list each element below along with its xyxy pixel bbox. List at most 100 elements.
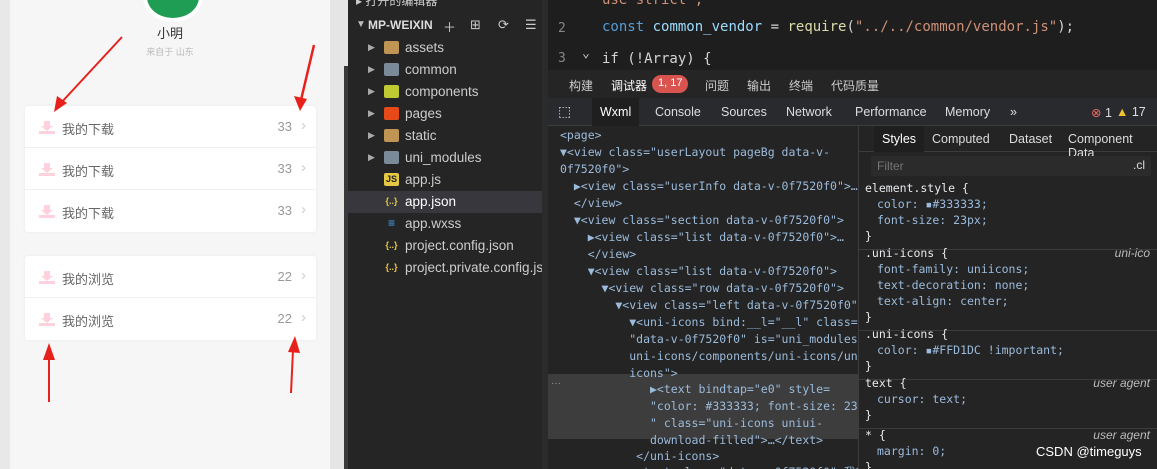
tab-problems[interactable]: 问题 <box>705 77 729 94</box>
rule-close-brace: } <box>865 408 872 422</box>
tree-file-app-wxss[interactable]: ≡ app.wxss <box>348 213 548 235</box>
wxml-node-line[interactable]: </uni-icons> <box>560 449 719 463</box>
wxml-node-line[interactable]: " class="uni-icons uniui- <box>560 416 823 430</box>
style-property[interactable]: color: ▪#FFD1DC !important; <box>877 343 1157 359</box>
project-title: MP-WEIXIN <box>368 18 433 32</box>
tree-folder-static[interactable]: ▶ static <box>348 125 548 147</box>
tab-output[interactable]: 输出 <box>747 77 771 94</box>
code-line-1: use strict"; <box>602 0 704 8</box>
tab-styles[interactable]: Styles <box>874 126 925 152</box>
folder-icon <box>384 63 399 76</box>
wxml-node-line[interactable]: ▶<view class="userInfo data-v-0f7520f0">… <box>560 179 858 193</box>
tab-network[interactable]: Network <box>786 105 832 119</box>
wxml-node-line[interactable]: ▼<view class="left data-v-0f7520f0"> <box>560 298 858 312</box>
debugger-badge: 1, 17 <box>652 75 689 93</box>
tab-console[interactable]: Console <box>655 105 701 119</box>
wxml-node-line[interactable]: ▶<view class="list data-v-0f7520f0">… <box>560 230 844 244</box>
style-property[interactable]: color: ▪#333333; <box>877 197 1157 213</box>
tree-folder-components[interactable]: ▶ components <box>348 81 548 103</box>
style-property[interactable]: font-family: uniicons; <box>877 262 1157 278</box>
wxml-node-line[interactable]: 0f7520f0"> <box>560 162 629 176</box>
tree-file-project-config[interactable]: {..} project.config.json <box>348 235 548 257</box>
line-number: 3 <box>558 51 566 66</box>
wxml-node-line[interactable]: ▶<text bindtap="e0" style= <box>560 382 830 396</box>
rule-selector: .uni-icons { <box>865 246 949 260</box>
style-rule[interactable]: .uni-icons {color: ▪#FFD1DC !important;} <box>859 325 1157 380</box>
tab-dataset[interactable]: Dataset <box>1009 132 1052 146</box>
tree-folder-pages[interactable]: ▶ pages <box>348 103 548 125</box>
style-rule[interactable]: .uni-icons { uni-ico font-family: uniicons… <box>859 244 1157 331</box>
class-toggle-button[interactable]: .cl <box>1133 158 1145 172</box>
tab-debugger[interactable]: 调试器 <box>611 77 647 94</box>
refresh-icon[interactable]: ⟳ <box>498 17 509 33</box>
file-explorer: ▸ 打开的编辑器 ▼ MP-WEIXIN ＋ ⊞ ⟳ ☰ ▶ assets ▶ co… <box>348 0 554 469</box>
tab-terminal[interactable]: 终端 <box>789 77 813 94</box>
tree-folder-assets[interactable]: ▶ assets <box>348 37 548 59</box>
arrow-icon <box>43 36 316 402</box>
rule-close-brace: } <box>865 460 872 469</box>
rule-source[interactable]: user agent <box>1093 428 1150 442</box>
error-count[interactable]: ⊗ 1 <box>1091 105 1112 120</box>
rule-source[interactable]: user agent <box>1093 376 1150 390</box>
tab-build[interactable]: 构建 <box>569 77 593 94</box>
tab-sources[interactable]: Sources <box>721 105 767 119</box>
wxml-node-line[interactable]: </view> <box>560 247 636 261</box>
wxml-node-line[interactable]: </view> <box>560 196 622 210</box>
tab-performance[interactable]: Performance <box>855 105 927 119</box>
rule-selector: element.style { <box>865 181 969 195</box>
inspect-element-icon[interactable]: ⬚ <box>558 103 571 120</box>
tree-file-app-js[interactable]: JS app.js <box>348 169 548 191</box>
js-file-icon: JS <box>384 173 399 186</box>
folder-icon <box>384 129 399 142</box>
wxml-node-line[interactable]: ▼<view class="list data-v-0f7520f0"> <box>560 264 837 278</box>
style-rule[interactable]: element.style { color: ▪#333333; font-size… <box>859 179 1157 250</box>
wxml-node-line[interactable]: "data-v-0f7520f0" is="uni_modules/ <box>560 332 858 346</box>
wxml-node-line[interactable]: ▼<uni-icons bind:__l="__l" class= <box>560 315 857 329</box>
tree-file-project-private-config[interactable]: {..} project.private.config.js... <box>348 257 554 279</box>
wxml-node-line[interactable]: uni-icons/components/uni-icons/uni- <box>560 349 858 363</box>
tree-folder-common[interactable]: ▶ common <box>348 59 548 81</box>
wxml-node-line[interactable]: ▼<view class="row data-v-0f7520f0"> <box>560 281 844 295</box>
rule-source[interactable]: uni-ico <box>1115 246 1150 260</box>
wxml-node-line[interactable]: ▼<view class="userLayout pageBg data-v- <box>560 145 830 159</box>
tab-code-quality[interactable]: 代码质量 <box>831 77 879 94</box>
new-file-icon[interactable]: ＋ <box>443 17 456 36</box>
folder-icon <box>384 107 399 120</box>
wxml-node-line[interactable]: "color: #333333; font-size: 23px; <box>560 399 858 413</box>
style-rule[interactable]: text {user agent cursor: text;} <box>859 374 1157 429</box>
wxml-node-line[interactable]: icons"> <box>560 366 677 380</box>
chevron-down-icon[interactable]: ⌄ <box>582 46 590 61</box>
wxml-node-line[interactable]: <text class="data-v-0f7520f0">我的 <box>560 464 858 469</box>
wxml-node-line[interactable]: <page> <box>560 128 602 142</box>
tab-computed[interactable]: Computed <box>932 132 990 146</box>
css-file-icon: ≡ <box>387 216 395 230</box>
phone-preview: 小明 来自于 山东 我的下载 33 › 我的下载 33 › 我的下载 33 › … <box>10 0 330 469</box>
tab-memory[interactable]: Memory <box>945 105 990 119</box>
tree-folder-uni-modules[interactable]: ▶ uni_modules <box>348 147 548 169</box>
line-number: 2 <box>558 21 566 36</box>
chevron-down-icon: ▼ <box>356 19 366 30</box>
collapse-all-icon[interactable]: ☰ <box>525 17 537 33</box>
warning-count[interactable]: ▲ 17 <box>1116 105 1146 119</box>
wxml-node-line[interactable]: download-filled">…</text> <box>560 433 823 447</box>
style-property[interactable]: cursor: text; <box>877 392 1157 408</box>
style-property[interactable]: text-align: center; <box>877 294 1157 310</box>
bottom-panel-tabs: 构建 调试器 1, 17 问题 输出 终端 代码质量 <box>548 70 1157 98</box>
code-editor[interactable]: use strict"; 2 const common_vendor = req… <box>548 0 1157 67</box>
tree-file-app-json[interactable]: {..} app.json <box>348 191 548 213</box>
simulator-scrollbar[interactable] <box>330 0 348 469</box>
wxml-node-line[interactable]: ▼<view class="section data-v-0f7520f0"> <box>560 213 844 227</box>
style-property[interactable]: font-size: 23px; <box>877 213 1157 229</box>
opened-editors-header[interactable]: ▸ 打开的编辑器 <box>348 0 548 10</box>
more-tabs-icon[interactable]: » <box>1010 105 1017 119</box>
rule-close-brace: } <box>865 229 872 243</box>
new-folder-icon[interactable]: ⊞ <box>470 17 481 33</box>
wxml-tree: ··· <page> ▼<view class="userLayout pageB… <box>548 126 858 469</box>
style-property[interactable]: text-decoration: none; <box>877 278 1157 294</box>
project-header[interactable]: ▼ MP-WEIXIN ＋ ⊞ ⟳ ☰ <box>348 15 548 37</box>
tab-wxml[interactable]: Wxml <box>592 98 640 126</box>
devtools-toolbar: ⬚ Wxml Console Sources Network Performan… <box>548 98 1157 126</box>
styles-filter-input[interactable] <box>871 156 1151 176</box>
code-line-2: const common_vendor = require("../../com… <box>602 19 1075 35</box>
watermark: CSDN @timeguys <box>1036 444 1142 459</box>
